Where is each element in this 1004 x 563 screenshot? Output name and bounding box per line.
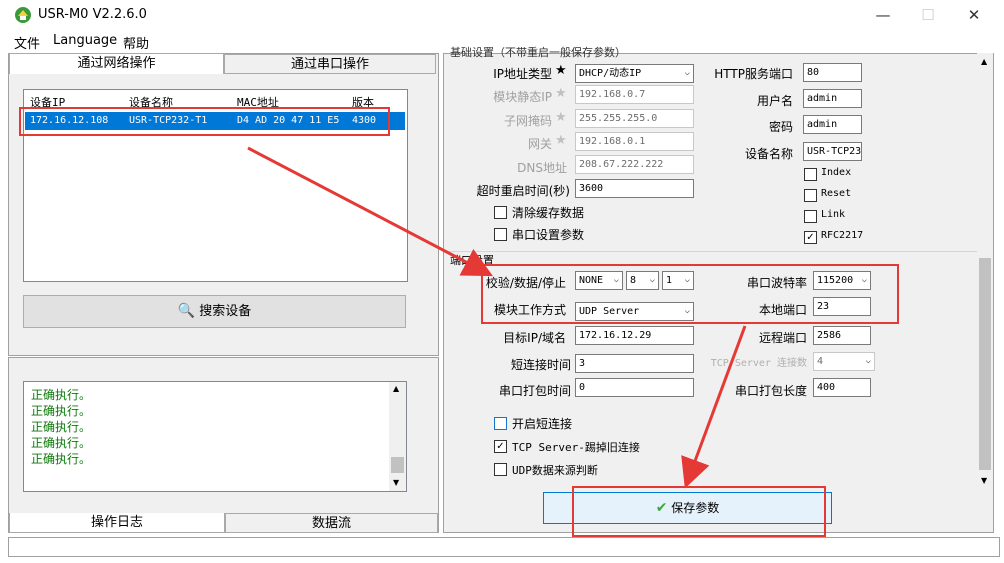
arrow-port-to-save bbox=[681, 325, 747, 489]
arrow-device-to-port bbox=[247, 146, 493, 277]
annotation-arrows bbox=[247, 146, 747, 489]
